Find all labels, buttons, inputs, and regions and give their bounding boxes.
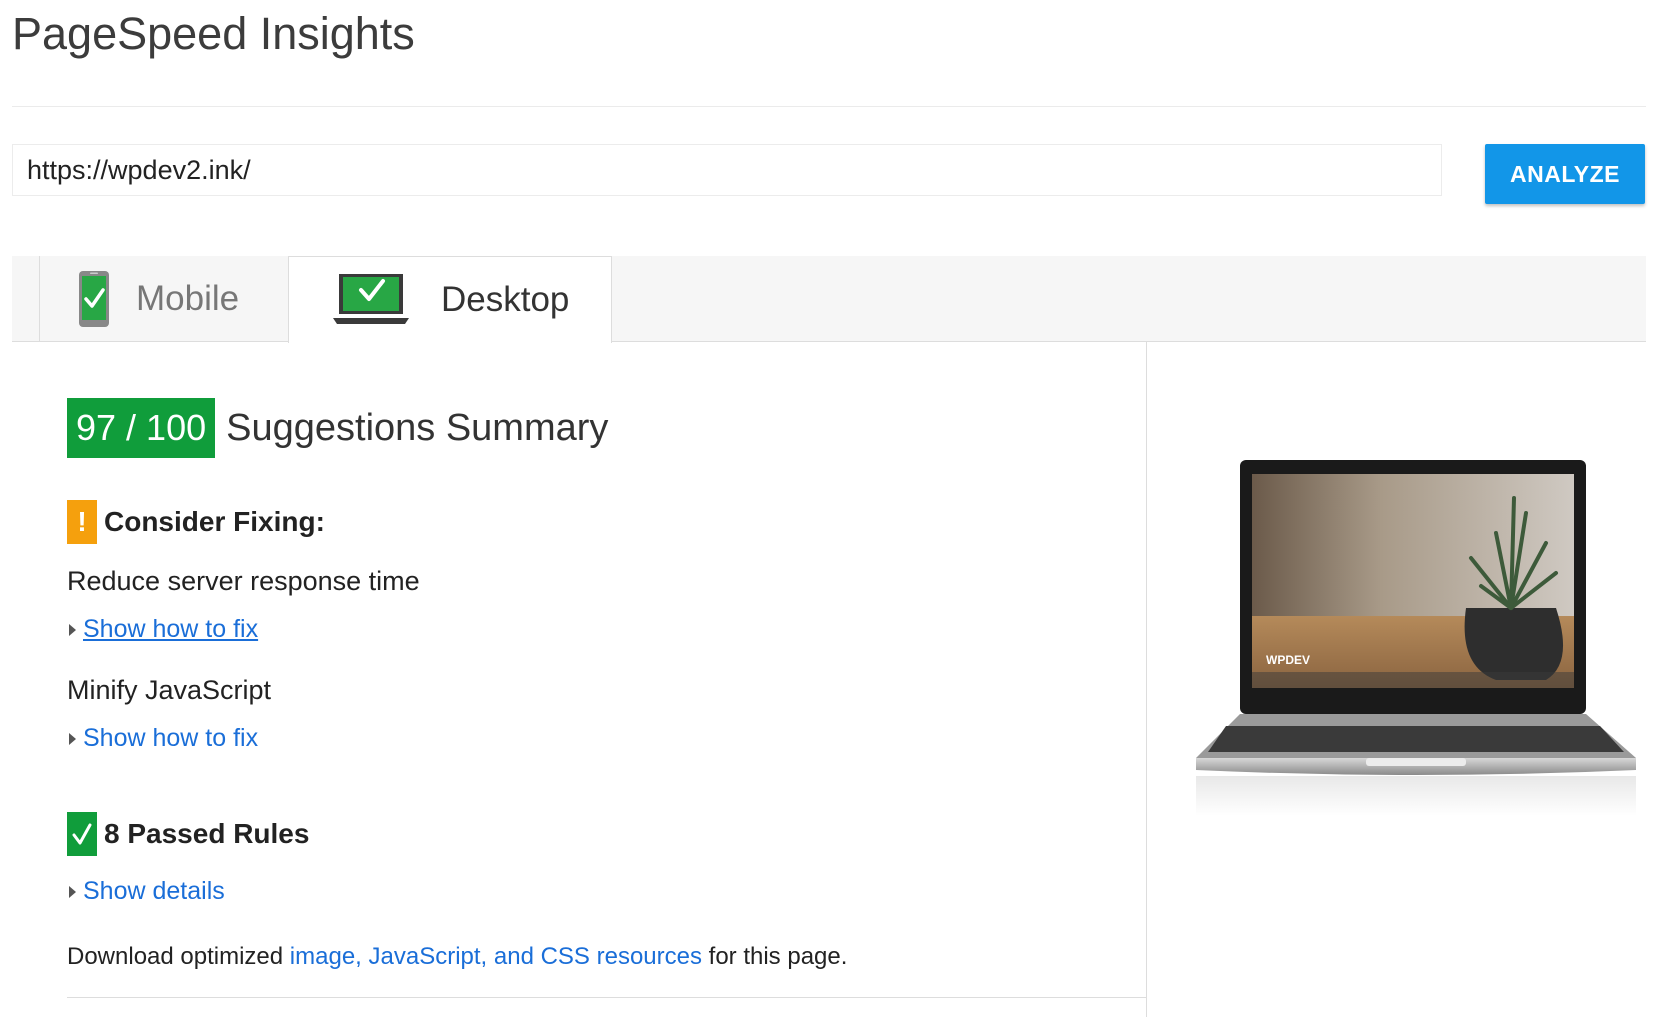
warning-icon: ! bbox=[67, 500, 97, 544]
download-prefix: Download optimized bbox=[67, 943, 284, 970]
results-panel: 97 / 100 Suggestions Summary ! Consider … bbox=[12, 342, 1146, 1017]
summary-title: Suggestions Summary bbox=[226, 406, 609, 449]
page-title: PageSpeed Insights bbox=[12, 8, 415, 59]
rule-name: Reduce server response time bbox=[67, 566, 420, 596]
panel-divider bbox=[1146, 342, 1147, 1017]
bottom-divider bbox=[67, 997, 1146, 998]
passed-rules-header: 8 Passed Rules bbox=[67, 812, 309, 856]
show-details[interactable]: Show details bbox=[69, 877, 225, 906]
score-row: 97 / 100 Suggestions Summary bbox=[67, 398, 608, 458]
caret-right-icon bbox=[69, 885, 76, 898]
url-input[interactable] bbox=[12, 144, 1442, 196]
analyze-button[interactable]: ANALYZE bbox=[1485, 144, 1645, 204]
rule-name: Minify JavaScript bbox=[67, 675, 272, 705]
screen-label: WPDEV bbox=[1266, 653, 1310, 667]
show-how-to-fix-js[interactable]: Show how to fix bbox=[69, 724, 258, 753]
mobile-check-icon bbox=[78, 270, 110, 328]
checkmark-icon bbox=[67, 812, 97, 856]
download-resources-link[interactable]: image, JavaScript, and CSS resources bbox=[290, 943, 702, 970]
show-how-to-fix-link[interactable]: Show how to fix bbox=[83, 615, 258, 644]
caret-right-icon bbox=[69, 732, 76, 745]
consider-fixing-header: ! Consider Fixing: bbox=[67, 500, 325, 544]
tab-desktop[interactable]: Desktop bbox=[288, 256, 612, 343]
download-suffix: for this page. bbox=[708, 943, 848, 970]
consider-fixing-title: Consider Fixing: bbox=[104, 506, 325, 537]
download-line: Download optimized image, JavaScript, an… bbox=[67, 943, 847, 971]
passed-rules-title: 8 Passed Rules bbox=[104, 818, 310, 849]
tab-bar: Mobile Desktop bbox=[12, 256, 1646, 343]
desktop-preview: WPDEV bbox=[1196, 458, 1636, 818]
tab-mobile[interactable]: Mobile bbox=[40, 256, 300, 342]
caret-right-icon bbox=[69, 623, 76, 636]
show-how-to-fix-server[interactable]: Show how to fix bbox=[69, 615, 258, 644]
score-badge: 97 / 100 bbox=[67, 398, 216, 458]
show-how-to-fix-link[interactable]: Show how to fix bbox=[83, 724, 258, 753]
tab-label-mobile: Mobile bbox=[136, 279, 240, 318]
tab-label-desktop: Desktop bbox=[441, 280, 570, 319]
laptop-screenshot-image: WPDEV bbox=[1196, 460, 1636, 816]
desktop-check-icon bbox=[331, 272, 411, 328]
title-divider bbox=[12, 106, 1646, 107]
show-details-link[interactable]: Show details bbox=[83, 877, 225, 906]
